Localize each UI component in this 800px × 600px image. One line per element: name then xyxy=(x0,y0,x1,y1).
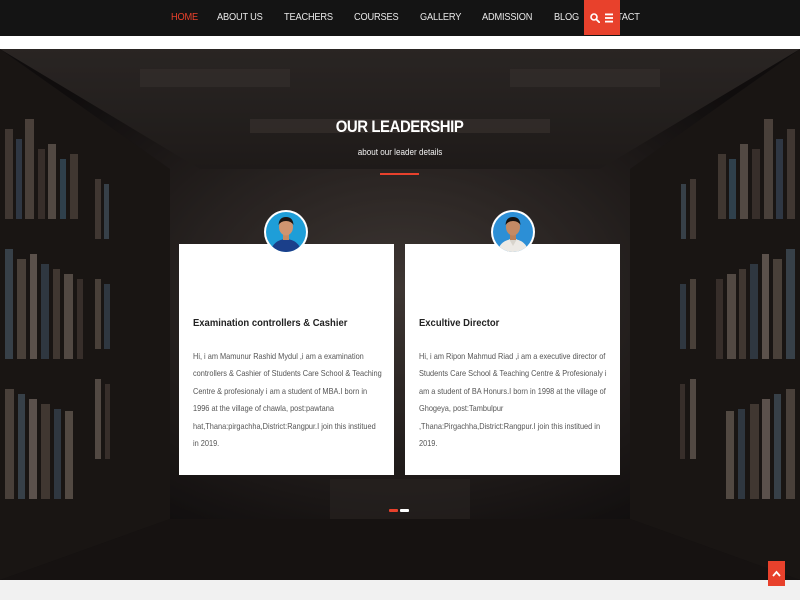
carousel-dot[interactable] xyxy=(389,509,398,512)
carousel-dot[interactable] xyxy=(400,509,409,512)
nav-action-buttons xyxy=(584,0,620,35)
leader-description: Hi, i am Mamunur Rashid Mydul ,i am a ex… xyxy=(193,352,382,449)
chevron-up-icon xyxy=(772,570,781,577)
footer-strip xyxy=(0,580,800,600)
search-icon xyxy=(590,12,600,23)
nav-admission[interactable]: ADMISSION xyxy=(482,11,532,23)
leader-avatar xyxy=(264,210,308,254)
top-navbar: HOME ABOUT US TEACHERS COURSES GALLERY A… xyxy=(0,0,800,36)
nav-courses[interactable]: COURSES xyxy=(354,11,399,23)
scroll-to-top-button[interactable] xyxy=(768,561,785,586)
carousel-dots xyxy=(389,509,409,512)
section-title: OUR LEADERSHIP xyxy=(336,117,464,136)
nav-about-us[interactable]: ABOUT US xyxy=(217,11,263,23)
leadership-section: OUR LEADERSHIP about our leader details … xyxy=(0,49,800,580)
leader-avatar xyxy=(491,210,535,254)
nav-blog[interactable]: BLOG xyxy=(554,11,579,23)
section-subtitle: about our leader details xyxy=(357,147,443,157)
nav-gallery[interactable]: GALLERY xyxy=(420,11,461,23)
leader-role: Examination controllers & Cashier xyxy=(193,317,348,329)
nav-teachers[interactable]: TEACHERS xyxy=(284,11,333,23)
search-button[interactable] xyxy=(589,11,601,25)
menu-button[interactable] xyxy=(603,11,615,25)
title-underline xyxy=(380,173,419,175)
menu-icon xyxy=(605,13,613,22)
leader-role: Excultive Director xyxy=(419,317,500,329)
leader-description: Hi, i am Ripon Mahmud Riad ,i am a execu… xyxy=(419,352,607,449)
header-spacer xyxy=(0,36,800,49)
nav-home[interactable]: HOME xyxy=(171,11,198,23)
